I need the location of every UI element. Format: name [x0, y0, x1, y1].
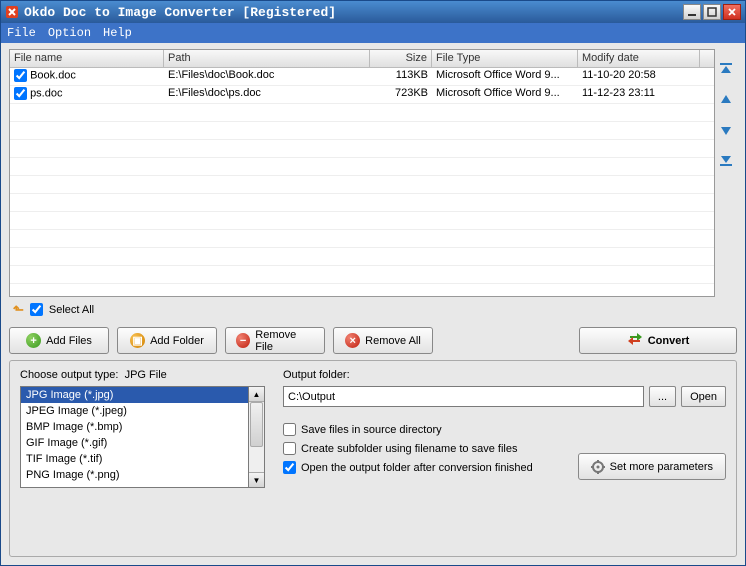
file-list-area: File name Path Size File Type Modify dat…	[9, 49, 737, 297]
folder-icon: ▣	[130, 333, 145, 348]
cell-type: Microsoft Office Word 9...	[432, 68, 578, 85]
select-all-row: ⬑ Select All	[9, 297, 737, 319]
col-header-type[interactable]: File Type	[432, 50, 578, 67]
toolbar: +Add Files ▣Add Folder −Remove File ×Rem…	[9, 319, 737, 360]
minus-icon: −	[236, 333, 250, 348]
cell-name: ps.doc	[30, 87, 62, 99]
gear-icon	[591, 460, 605, 474]
move-top-icon[interactable]	[717, 61, 735, 79]
maximize-button[interactable]	[703, 4, 721, 20]
menu-help[interactable]: Help	[103, 26, 132, 40]
browse-button[interactable]: ...	[649, 386, 676, 407]
cell-path: E:\Files\doc\Book.doc	[164, 68, 370, 85]
file-list-header: File name Path Size File Type Modify dat…	[10, 50, 714, 68]
select-all-label: Select All	[49, 304, 94, 316]
move-bottom-icon[interactable]	[717, 151, 735, 169]
cell-size: 723KB	[370, 86, 432, 103]
create-subfolder-label: Create subfolder using filename to save …	[301, 443, 517, 455]
save-source-checkbox[interactable]	[283, 423, 296, 436]
menubar: File Option Help	[1, 23, 745, 43]
create-subfolder-checkbox[interactable]	[283, 442, 296, 455]
list-item[interactable]: JPEG Image (*.jpeg)	[21, 403, 248, 419]
cell-size: 113KB	[370, 68, 432, 85]
row-checkbox[interactable]	[14, 69, 27, 82]
table-row[interactable]: ps.doc E:\Files\doc\ps.doc 723KB Microso…	[10, 86, 714, 104]
cell-date: 11-10-20 20:58	[578, 68, 700, 85]
move-up-icon[interactable]	[717, 91, 735, 109]
output-panel: Choose output type: JPG File JPG Image (…	[9, 360, 737, 557]
output-type-label: Choose output type: JPG File	[20, 369, 265, 381]
open-after-label: Open the output folder after conversion …	[301, 462, 533, 474]
cell-name: Book.doc	[30, 69, 76, 81]
cell-date: 11-12-23 23:11	[578, 86, 700, 103]
x-icon: ×	[345, 333, 360, 348]
open-folder-button[interactable]: Open	[681, 386, 726, 407]
list-item[interactable]: TIF Image (*.tif)	[21, 451, 248, 467]
convert-icon	[627, 331, 643, 350]
set-more-parameters-button[interactable]: Set more parameters	[578, 453, 726, 480]
scroll-thumb[interactable]	[250, 402, 263, 447]
window-title: Okdo Doc to Image Converter [Registered]	[24, 5, 336, 20]
add-folder-button[interactable]: ▣Add Folder	[117, 327, 217, 354]
cell-path: E:\Files\doc\ps.doc	[164, 86, 370, 103]
list-item[interactable]: PNG Image (*.png)	[21, 467, 248, 483]
output-folder-section: Output folder: ... Open Save files in so…	[283, 369, 726, 548]
col-header-path[interactable]: Path	[164, 50, 370, 67]
list-item[interactable]: JPG Image (*.jpg)	[21, 387, 248, 403]
output-folder-label: Output folder:	[283, 369, 726, 381]
output-type-section: Choose output type: JPG File JPG Image (…	[20, 369, 265, 548]
output-folder-input[interactable]	[283, 386, 644, 407]
row-checkbox[interactable]	[14, 87, 27, 100]
close-button[interactable]	[723, 4, 741, 20]
titlebar: Okdo Doc to Image Converter [Registered]	[1, 1, 745, 23]
menu-file[interactable]: File	[7, 26, 36, 40]
save-source-label: Save files in source directory	[301, 424, 442, 436]
list-item[interactable]: BMP Image (*.bmp)	[21, 419, 248, 435]
remove-all-button[interactable]: ×Remove All	[333, 327, 433, 354]
app-icon	[5, 5, 19, 19]
add-files-button[interactable]: +Add Files	[9, 327, 109, 354]
col-header-size[interactable]: Size	[370, 50, 432, 67]
col-header-date[interactable]: Modify date	[578, 50, 700, 67]
select-all-checkbox[interactable]	[30, 303, 43, 316]
move-down-icon[interactable]	[717, 121, 735, 139]
cell-type: Microsoft Office Word 9...	[432, 86, 578, 103]
listbox-scrollbar[interactable]: ▲ ▼	[249, 386, 265, 488]
remove-file-button[interactable]: −Remove File	[225, 327, 325, 354]
scroll-up-icon[interactable]: ▲	[249, 387, 264, 402]
app-window: Okdo Doc to Image Converter [Registered]…	[0, 0, 746, 566]
table-row[interactable]: Book.doc E:\Files\doc\Book.doc 113KB Mic…	[10, 68, 714, 86]
plus-icon: +	[26, 333, 41, 348]
return-arrow-icon[interactable]: ⬑	[13, 302, 24, 318]
content-area: File name Path Size File Type Modify dat…	[1, 43, 745, 565]
open-after-checkbox[interactable]	[283, 461, 296, 474]
col-header-name[interactable]: File name	[10, 50, 164, 67]
minimize-button[interactable]	[683, 4, 701, 20]
scroll-down-icon[interactable]: ▼	[249, 472, 264, 487]
convert-button[interactable]: Convert	[579, 327, 737, 354]
reorder-arrows	[715, 49, 737, 297]
menu-option[interactable]: Option	[48, 26, 91, 40]
list-item[interactable]: GIF Image (*.gif)	[21, 435, 248, 451]
file-list[interactable]: File name Path Size File Type Modify dat…	[9, 49, 715, 297]
output-type-listbox[interactable]: JPG Image (*.jpg) JPEG Image (*.jpeg) BM…	[20, 386, 249, 488]
